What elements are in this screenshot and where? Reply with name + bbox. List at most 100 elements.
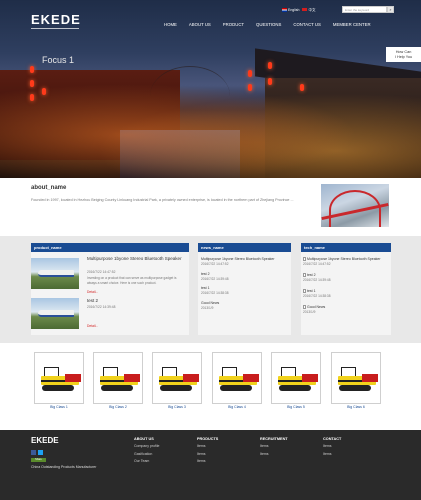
nav-home[interactable]: HOME	[158, 20, 183, 29]
tech-item[interactable]: test 1 2016/7/22 14:38:38	[303, 289, 391, 298]
footer-col-recruitment: RECRUITMENT Items Items	[260, 436, 320, 458]
logo-underline	[31, 28, 79, 29]
nav-questions[interactable]: QUESTIONS	[250, 20, 287, 29]
gallery-label[interactable]: Big Class 3	[152, 405, 202, 409]
lang-chinese-label: 中文	[308, 7, 316, 12]
products-panel: product_name Multipurpose 1byone Stereo …	[31, 243, 189, 335]
tech-item[interactable]: Multipurpose 1byone Stereo Bluetooth Spe…	[303, 257, 391, 266]
gallery-image[interactable]	[331, 352, 381, 404]
main-nav: HOME ABOUT US PRODUCT QUESTIONS CONTACT …	[158, 20, 377, 29]
tech-date: 2013/1/9	[303, 309, 316, 314]
footer-col-heading: PRODUCTS	[197, 437, 219, 441]
gallery-label[interactable]: Big Class 4	[212, 405, 262, 409]
product-desc: Investing on a product that can serve as…	[87, 276, 177, 285]
gallery-image[interactable]	[152, 352, 202, 404]
slide-caption: Focus 1	[42, 55, 75, 65]
product-date: 2016/7/22 14:47:52	[87, 270, 116, 274]
train-shape	[38, 270, 74, 277]
gallery-image[interactable]	[93, 352, 143, 404]
lantern-icon	[30, 80, 34, 87]
product-thumbnail[interactable]	[31, 258, 79, 289]
footer-col-contact: CONTACT Items Items	[323, 436, 383, 458]
hero-banner[interactable]: EKEDE English 中文 Enter the keyword ⌕ HOM…	[0, 0, 421, 178]
site-logo[interactable]: EKEDE	[31, 12, 81, 27]
gallery-label[interactable]: Big Class 2	[93, 405, 143, 409]
products-heading: product_name	[31, 243, 189, 252]
tech-heading: tech_name	[301, 243, 391, 252]
footer-link[interactable]: Items	[197, 443, 257, 451]
product-thumbnail[interactable]	[31, 298, 79, 329]
nav-member-center[interactable]: MEMBER CENTER	[327, 20, 377, 29]
footer-link[interactable]: Items	[197, 451, 257, 459]
gallery-image[interactable]	[212, 352, 262, 404]
tech-item[interactable]: Good News 2013/1/9	[303, 305, 391, 314]
footer-link[interactable]: Items	[260, 451, 320, 459]
share-button[interactable]: Share	[31, 458, 46, 462]
about-bridge-image	[321, 184, 389, 227]
document-icon	[303, 289, 306, 294]
paver-machine	[336, 367, 378, 393]
site-footer: EKEDE Share China Outstanding Products M…	[0, 430, 421, 500]
gallery-label[interactable]: Big Class 5	[271, 405, 321, 409]
news-date: 2013/1/9	[201, 305, 214, 310]
tech-date: 2016/7/22 14:39:48	[303, 277, 331, 282]
news-date: 2016/7/22 14:47:52	[201, 261, 229, 266]
lantern-icon	[30, 66, 34, 73]
footer-slogan: China Outstanding Products Manufacturer	[31, 465, 97, 469]
lantern-icon	[30, 94, 34, 101]
footer-link[interactable]: Gasification	[134, 451, 194, 459]
help-line-2: I Help You	[394, 54, 413, 59]
product-title[interactable]: test 2	[87, 298, 187, 304]
help-widget[interactable]: How Can I Help You	[386, 47, 421, 62]
product-title[interactable]: Multipurpose 1byone Stereo Bluetooth Spe…	[87, 256, 187, 262]
facebook-icon[interactable]	[31, 450, 36, 455]
footer-link[interactable]: Items	[323, 443, 383, 451]
paver-machine	[157, 367, 199, 393]
lantern-icon	[248, 70, 252, 77]
about-text: Founded in 1997, located in Hezhou Beigi…	[31, 198, 294, 202]
product-detail-link[interactable]: Detail...	[87, 324, 98, 328]
lang-chinese[interactable]: 中文	[302, 8, 315, 13]
news-date: 2016/7/22 14:38:38	[201, 290, 229, 295]
footer-link[interactable]: Items	[197, 458, 257, 466]
flag-uk-icon	[282, 8, 287, 12]
tech-title[interactable]: test 2	[307, 273, 316, 277]
gallery-image[interactable]	[34, 352, 84, 404]
gallery-label[interactable]: Big Class 6	[331, 405, 381, 409]
paver-machine	[39, 367, 81, 393]
hero-light-glow	[0, 70, 421, 178]
nav-contact-us[interactable]: CONTACT US	[287, 20, 327, 29]
nav-product[interactable]: PRODUCT	[217, 20, 250, 29]
footer-link[interactable]: Items	[323, 451, 383, 459]
paver-machine	[98, 367, 140, 393]
footer-col-heading: RECRUITMENT	[260, 437, 288, 441]
tech-title[interactable]: test 1	[307, 289, 316, 293]
nav-about-us[interactable]: ABOUT US	[183, 20, 217, 29]
news-item[interactable]: Multipurpose 1byone Stereo Bluetooth Spe…	[201, 257, 289, 266]
news-date: 2016/7/22 14:39:48	[201, 276, 229, 281]
footer-logo[interactable]: EKEDE	[31, 436, 59, 445]
product-detail-link[interactable]: Detail...	[87, 290, 98, 294]
footer-col-products: PRODUCTS Items Items Items	[197, 436, 257, 466]
about-title: about_name	[31, 185, 67, 191]
tech-title[interactable]: Multipurpose 1byone Stereo Bluetooth Spe…	[307, 257, 381, 261]
search-button[interactable]: ⌕	[387, 6, 394, 13]
news-item[interactable]: Good News 2013/1/9	[201, 301, 289, 310]
tech-item[interactable]: test 2 2016/7/22 14:39:48	[303, 273, 391, 282]
gallery-label[interactable]: Big Class 1	[34, 405, 84, 409]
lang-english[interactable]: English	[282, 8, 299, 12]
gallery-image[interactable]	[271, 352, 321, 404]
twitter-icon[interactable]	[38, 450, 43, 455]
paver-machine	[276, 367, 318, 393]
language-switcher: English 中文	[282, 6, 315, 14]
footer-link[interactable]: Our Team	[134, 458, 194, 466]
news-item[interactable]: test 1 2016/7/22 14:38:38	[201, 286, 289, 295]
news-item[interactable]: test 2 2016/7/22 14:39:48	[201, 272, 289, 281]
document-icon	[303, 257, 306, 262]
footer-link[interactable]: Items	[260, 443, 320, 451]
document-icon	[303, 305, 306, 310]
search-input[interactable]: Enter the keyword	[342, 6, 387, 13]
news-panel: news_name Multipurpose 1byone Stereo Blu…	[198, 243, 291, 335]
tech-title[interactable]: Good News	[307, 305, 325, 309]
footer-link[interactable]: Company profile	[134, 443, 194, 451]
